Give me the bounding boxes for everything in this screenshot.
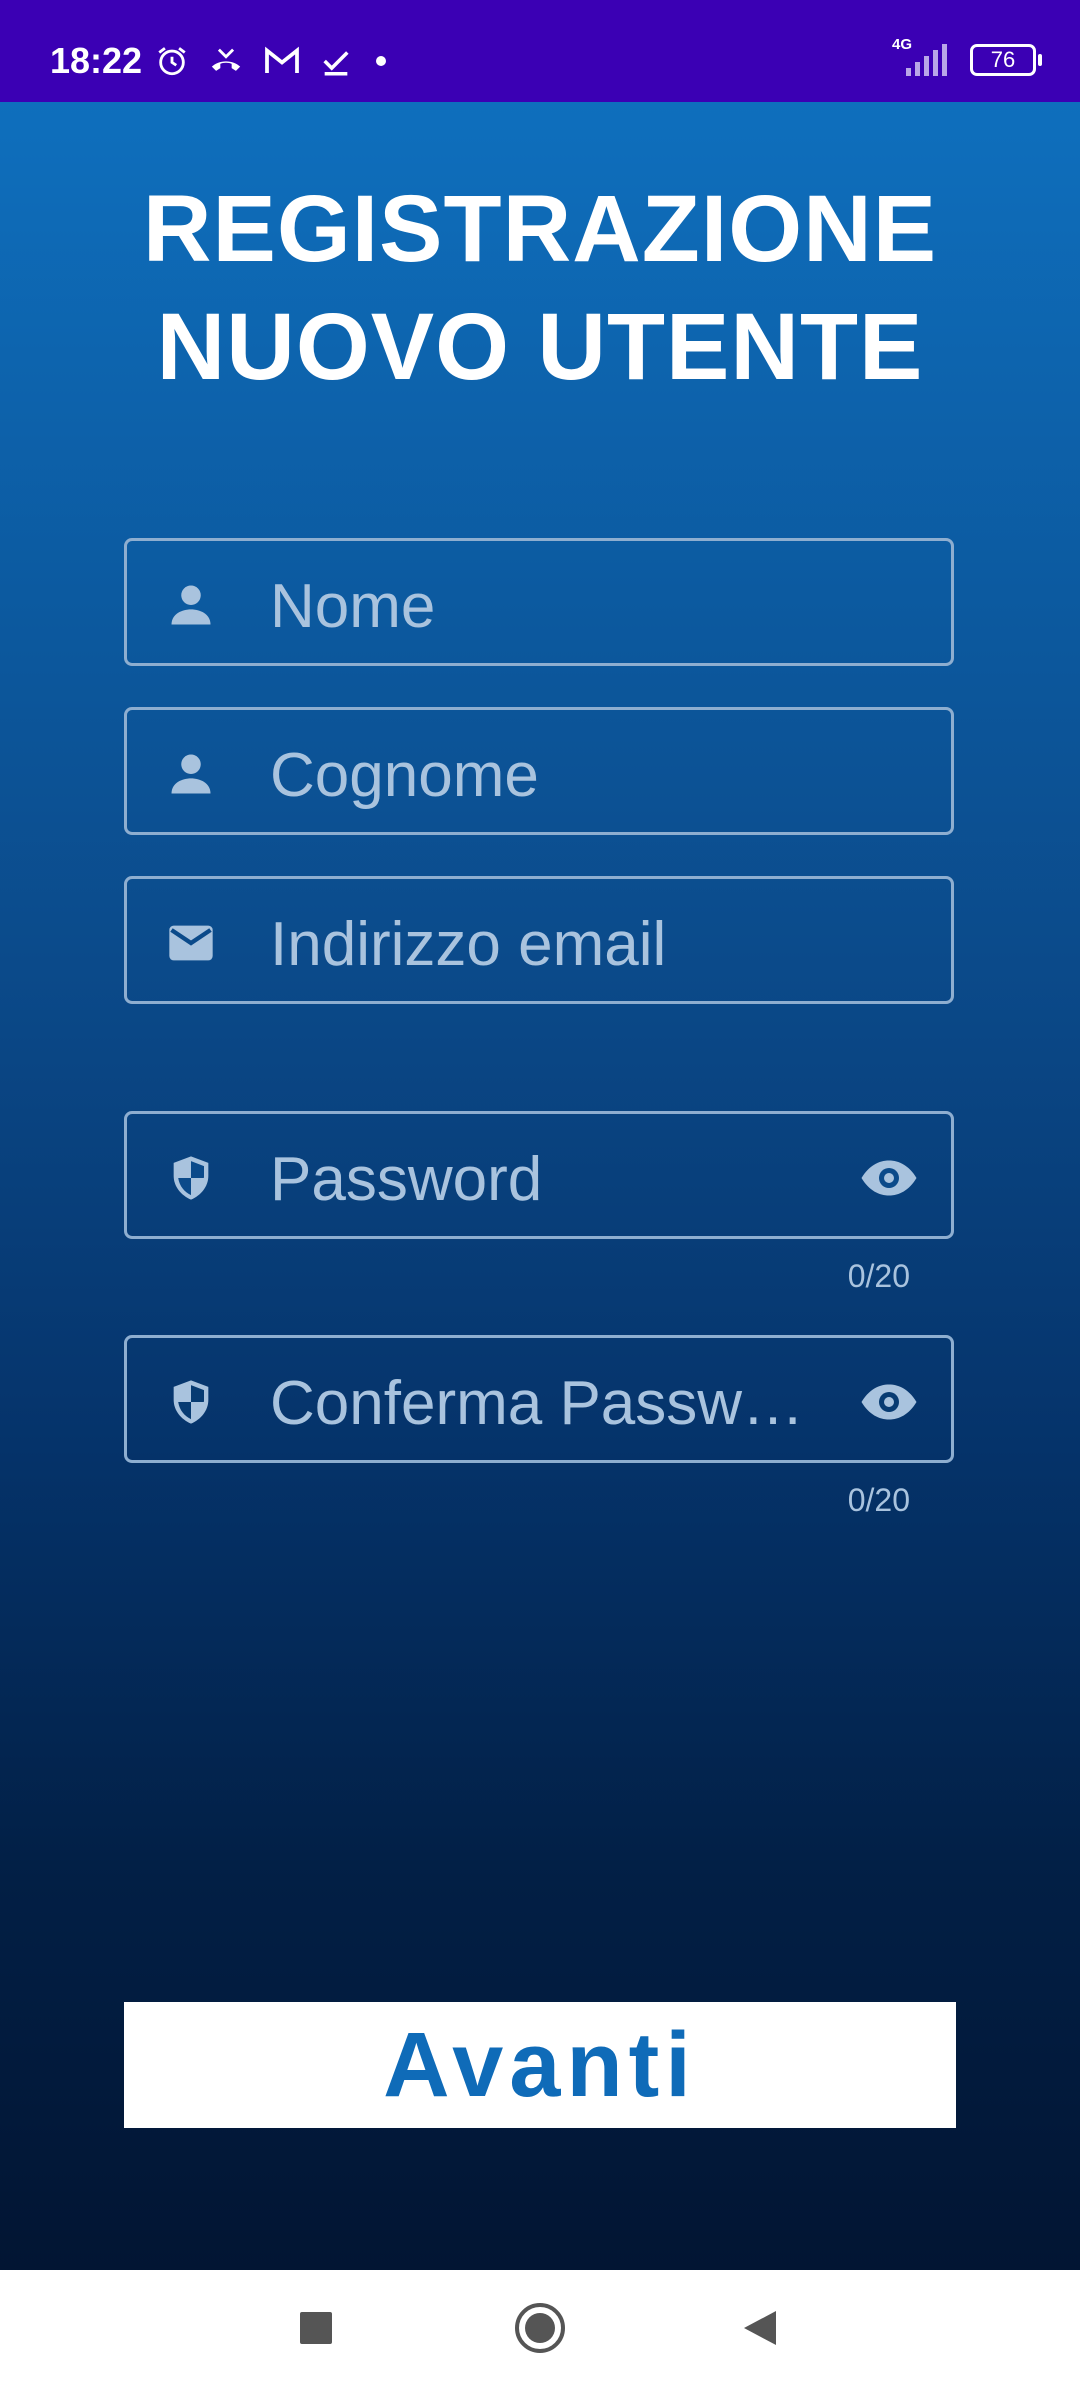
password-char-counter: 0/20 [847, 1258, 910, 1294]
password-field[interactable]: Password [124, 1111, 954, 1239]
home-circle-icon[interactable] [512, 2300, 568, 2356]
status-right-icons: 4G 76 [892, 36, 1042, 78]
alarm-icon [158, 47, 186, 76]
shield-icon [173, 1156, 209, 1200]
first-name-placeholder: Nome [270, 572, 436, 641]
title-line-2: NUOVO UTENTE [156, 294, 924, 400]
more-notifications-dot-icon [376, 56, 386, 66]
last-name-placeholder: Cognome [270, 741, 539, 810]
person-icon [171, 585, 211, 625]
shield-icon [173, 1380, 209, 1424]
battery-indicator: 76 [970, 44, 1042, 76]
recent-apps-square-icon[interactable] [296, 2308, 336, 2348]
email-field[interactable]: Indirizzo email [124, 876, 954, 1004]
show-password-eye-icon[interactable] [857, 1148, 921, 1208]
gmail-icon [265, 46, 299, 73]
status-bar: 18:22 4G 76 [0, 0, 1080, 102]
back-triangle-icon[interactable] [740, 2308, 780, 2348]
task-check-icon [323, 51, 349, 76]
page-title: REGISTRAZIONE NUOVO UTENTE [0, 170, 1080, 406]
system-navigation-bar [0, 2270, 1080, 2400]
signal-icon: 4G [892, 36, 952, 78]
missed-call-icon [211, 48, 241, 71]
confirm-password-placeholder: Conferma Passw… [270, 1369, 805, 1438]
status-notification-icons [155, 44, 391, 78]
confirm-password-field[interactable]: Conferma Passw… [124, 1335, 954, 1463]
last-name-field[interactable]: Cognome [124, 707, 954, 835]
confirm-password-char-counter: 0/20 [847, 1482, 910, 1518]
email-icon [169, 925, 213, 961]
next-button[interactable]: Avanti [124, 2002, 956, 2128]
password-placeholder: Password [270, 1145, 543, 1214]
show-confirm-password-eye-icon[interactable] [857, 1372, 921, 1432]
email-placeholder: Indirizzo email [270, 910, 667, 979]
person-icon [171, 754, 211, 794]
first-name-field[interactable]: Nome [124, 538, 954, 666]
status-time: 18:22 [50, 40, 143, 81]
registration-screen: REGISTRAZIONE NUOVO UTENTE Nome Cognome … [0, 102, 1080, 2270]
title-line-1: REGISTRAZIONE [142, 176, 938, 282]
